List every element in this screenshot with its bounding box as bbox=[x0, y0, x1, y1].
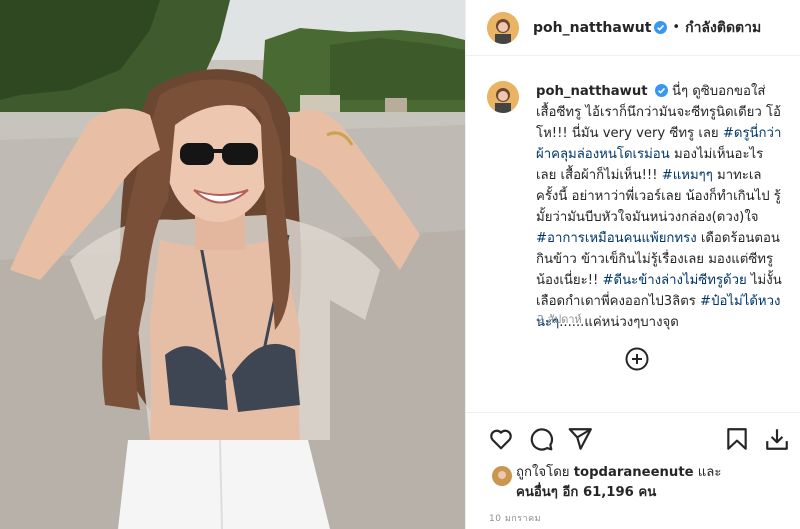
caption-username[interactable]: poh_natthawut bbox=[536, 84, 648, 99]
caption-row: poh_natthawut นี่ๆ ดูซิบอกขอใส่เสื้อซีทร… bbox=[487, 81, 782, 333]
post-caption: poh_natthawut นี่ๆ ดูซิบอกขอใส่เสื้อซีทร… bbox=[536, 81, 782, 333]
post-side-panel: poh_natthawut • กำลังติดตาม poh_natthawu… bbox=[465, 0, 800, 529]
following-button[interactable]: กำลังติดตาม bbox=[685, 17, 761, 39]
liker-avatar[interactable] bbox=[492, 466, 512, 486]
plus-circle-icon[interactable] bbox=[625, 347, 649, 371]
post-media[interactable] bbox=[0, 0, 465, 529]
liker-username[interactable]: topdaraneenute bbox=[574, 465, 694, 480]
hashtag[interactable]: #อาการเหมือนคนแพ้ยกทรง bbox=[536, 231, 697, 246]
download-icon[interactable] bbox=[764, 426, 790, 452]
caption-author-avatar[interactable] bbox=[487, 81, 519, 113]
hashtag[interactable]: #ดีนะข้างล่างไม่ซีทรูด้วย bbox=[602, 273, 746, 288]
post-header: poh_natthawut • กำลังติดตาม bbox=[466, 0, 800, 56]
hashtag[interactable]: #แหมๆๆ bbox=[662, 168, 713, 183]
comment-icon[interactable] bbox=[528, 426, 554, 452]
post-date[interactable]: 10 มกราคม bbox=[489, 511, 541, 525]
likes-text: ถูกใจโดย topdaraneenute และคนอื่นๆ อีก 6… bbox=[516, 463, 721, 503]
bookmark-icon[interactable] bbox=[724, 426, 750, 452]
heart-icon[interactable] bbox=[488, 426, 514, 452]
verified-badge-icon bbox=[654, 21, 668, 34]
next-comment-preview bbox=[487, 401, 787, 407]
likes-summary: ถูกใจโดย topdaraneenute และคนอื่นๆ อีก 6… bbox=[492, 463, 792, 503]
author-avatar[interactable] bbox=[487, 11, 519, 44]
action-bar bbox=[466, 412, 800, 462]
beach-photo bbox=[0, 0, 465, 529]
paper-plane-icon[interactable] bbox=[567, 426, 593, 452]
likes-prefix: ถูกใจโดย bbox=[516, 465, 570, 480]
likes-middle: และ bbox=[697, 465, 722, 480]
author-username[interactable]: poh_natthawut bbox=[533, 20, 651, 36]
separator-dot: • bbox=[672, 20, 681, 35]
likes-others-link[interactable]: คนอื่นๆ อีก 61,196 คน bbox=[516, 485, 656, 500]
verified-badge-icon bbox=[654, 84, 668, 97]
caption-timestamp[interactable]: 2 สัปดาห์ bbox=[537, 310, 582, 328]
comments-area: poh_natthawut นี่ๆ ดูซิบอกขอใส่เสื้อซีทร… bbox=[466, 57, 800, 407]
